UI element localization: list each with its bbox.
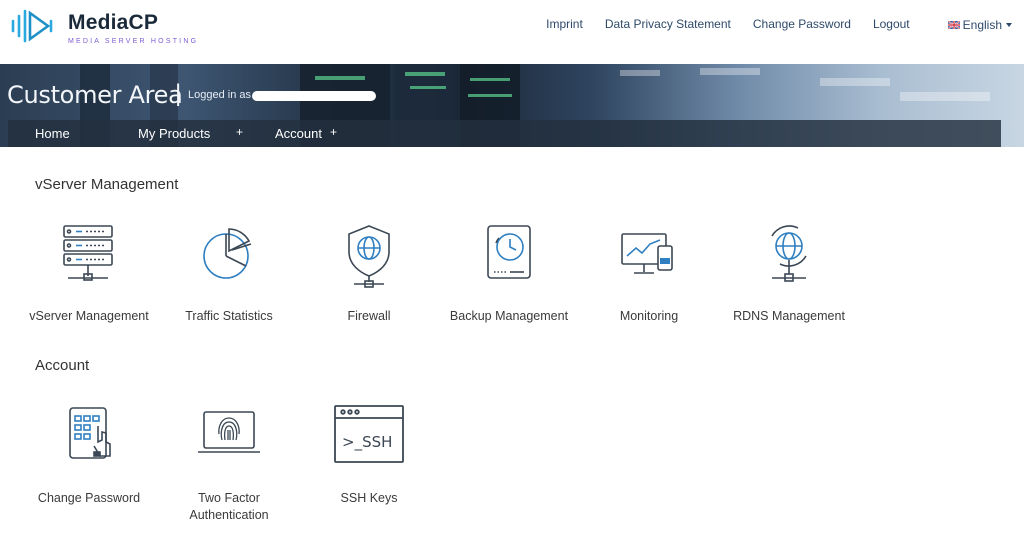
tile-backup-management[interactable]: Backup Management bbox=[434, 220, 584, 330]
nav-account[interactable]: Account bbox=[275, 126, 322, 141]
tile-label: Traffic Statistics bbox=[185, 309, 273, 323]
pie-chart-icon bbox=[203, 228, 252, 279]
nav-my-products[interactable]: My Products bbox=[138, 126, 210, 141]
tile-vserver-management[interactable]: vServer Management bbox=[14, 220, 164, 330]
nav-home[interactable]: Home bbox=[35, 126, 70, 141]
tile-monitoring[interactable]: Monitoring bbox=[574, 220, 724, 330]
vserver-section-title: vServer Management bbox=[35, 176, 179, 193]
tile-label: SSH Keys bbox=[340, 491, 398, 505]
top-bar: MediaCP MEDIA SERVER HOSTING Imprint Dat… bbox=[0, 0, 1024, 64]
globe-network-icon bbox=[771, 225, 807, 282]
title-separator: | bbox=[175, 80, 182, 107]
tile-label: Backup Management bbox=[449, 309, 569, 323]
tile-two-factor-authentication[interactable]: Two Factor Authentication bbox=[154, 402, 304, 522]
chevron-down-icon bbox=[1006, 23, 1012, 27]
brand-tagline: MEDIA SERVER HOSTING bbox=[68, 38, 199, 45]
brand-name: MediaCP bbox=[68, 11, 159, 34]
monitor-chart-icon bbox=[621, 233, 673, 274]
nav-my-products-expand[interactable]: + bbox=[236, 125, 243, 139]
tile-label: Firewall bbox=[347, 309, 391, 323]
tile-label: RDNS Management bbox=[733, 309, 845, 323]
tile-label-line2: Authentication bbox=[189, 508, 269, 522]
tile-label: Monitoring bbox=[619, 309, 679, 323]
customer-area-banner: Customer Area | Logged in as Home My Pro… bbox=[0, 64, 1024, 147]
shield-globe-icon bbox=[348, 225, 390, 288]
change-password-link[interactable]: Change Password bbox=[753, 17, 851, 33]
server-rack-icon bbox=[63, 225, 113, 281]
tile-traffic-statistics[interactable]: Traffic Statistics bbox=[154, 220, 304, 330]
fingerprint-laptop-icon bbox=[198, 411, 260, 453]
top-navigation: Imprint Data Privacy Statement Change Pa… bbox=[524, 17, 1012, 33]
ssh-terminal-icon: >_SSH bbox=[334, 405, 404, 463]
tile-label-line1: Two Factor bbox=[198, 491, 260, 505]
tile-change-password[interactable]: Change Password bbox=[14, 402, 164, 512]
logout-link[interactable]: Logout bbox=[873, 17, 910, 33]
brand-logo[interactable]: MediaCP MEDIA SERVER HOSTING bbox=[10, 8, 196, 48]
nav-account-expand[interactable]: + bbox=[330, 125, 337, 139]
tile-ssh-keys[interactable]: >_SSH SSH Keys bbox=[294, 402, 444, 512]
imprint-link[interactable]: Imprint bbox=[546, 17, 583, 33]
keypad-hand-icon bbox=[69, 407, 111, 459]
main-navigation: Home My Products + Account + bbox=[8, 120, 1001, 147]
language-label: English bbox=[962, 18, 1002, 32]
redacted-username bbox=[252, 91, 376, 101]
page-title: Customer Area bbox=[7, 81, 183, 109]
mediacp-logo-icon bbox=[11, 9, 53, 43]
ssh-icon-text: >_SSH bbox=[342, 433, 392, 452]
tile-rdns-management[interactable]: RDNS Management bbox=[714, 220, 864, 330]
tile-label: vServer Management bbox=[29, 309, 149, 323]
logged-in-label: Logged in as bbox=[188, 89, 251, 101]
tile-firewall[interactable]: Firewall bbox=[294, 220, 444, 330]
tile-label: Change Password bbox=[37, 491, 141, 505]
backup-clock-icon bbox=[487, 225, 531, 279]
account-section-title: Account bbox=[35, 357, 90, 374]
uk-flag-icon bbox=[947, 21, 960, 29]
privacy-link[interactable]: Data Privacy Statement bbox=[605, 17, 731, 33]
language-selector[interactable]: English bbox=[947, 17, 1012, 33]
